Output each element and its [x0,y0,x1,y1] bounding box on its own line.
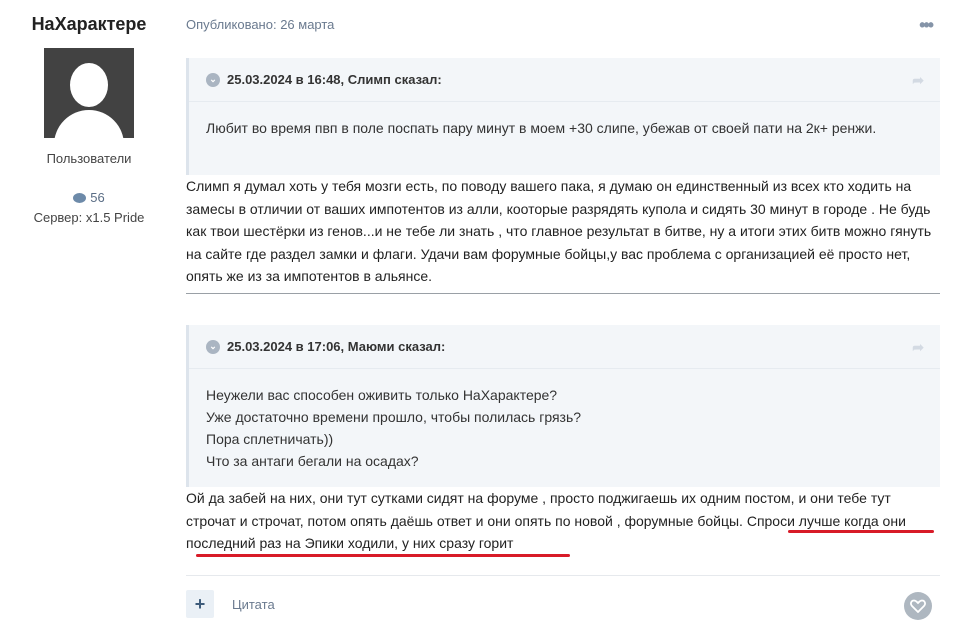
author-sidebar: НаХарактере Пользователи 56 Сервер: x1.5… [0,0,178,225]
divider [186,293,940,294]
avatar[interactable] [44,48,134,138]
avatar-head [70,63,108,107]
quote-button[interactable]: Цитата [232,597,275,612]
post-count-value: 56 [90,190,105,205]
heart-icon [910,599,926,613]
chevron-down-icon[interactable]: ⌄ [206,72,220,87]
red-underline-2 [196,554,570,557]
chevron-down-icon[interactable]: ⌄ [206,339,220,354]
quote-block-2: ⌄ 25.03.2024 в 17:06, Маюми сказал: ➦ Не… [186,325,940,487]
share-arrow-icon[interactable]: ➦ [912,72,924,89]
quote-block-1: ⌄ 25.03.2024 в 16:48, Слимп сказал: ➦ Лю… [186,58,940,175]
post-count: 56 [0,190,178,205]
quote-header-1: ⌄ 25.03.2024 в 16:48, Слимп сказал: ➦ [189,58,940,102]
reply-text-1: Слимп я думал хоть у тебя мозги есть, по… [186,178,932,284]
red-underline-1 [788,530,934,533]
author-server: Сервер: x1.5 Pride [33,210,145,225]
more-options-icon[interactable]: ••• [919,15,934,36]
quote-line: Что за антаги бегали на осадах? [206,453,419,469]
multiquote-button[interactable]: + [186,590,214,618]
quote-line: Пора сплетничать)) [206,431,334,447]
quote-body-1: Любит во время пвп в поле поспать пару м… [206,120,877,136]
author-group: Пользователи [46,151,132,166]
footer-divider [186,575,940,576]
published-date: Опубликовано: 26 марта [186,17,335,32]
reply-text-2: Ой да забей на них, они тут сутками сидя… [186,490,906,551]
like-button[interactable] [904,592,932,620]
share-arrow-icon[interactable]: ➦ [912,339,924,356]
avatar-body [54,110,124,138]
comment-icon [73,192,87,203]
post-footer: + Цитата [186,590,940,620]
author-name[interactable]: НаХарактере [0,14,178,35]
quote-line: Неужели вас способен оживить только НаХа… [206,387,558,403]
quote-line: Уже достаточно времени прошло, чтобы пол… [206,409,582,425]
quote-body-2: Неужели вас способен оживить только НаХа… [189,369,940,472]
quote-author-2[interactable]: 25.03.2024 в 17:06, Маюми сказал: [227,339,445,354]
quote-header-2: ⌄ 25.03.2024 в 17:06, Маюми сказал: ➦ [189,325,940,369]
quote-author-1[interactable]: 25.03.2024 в 16:48, Слимп сказал: [227,72,442,87]
